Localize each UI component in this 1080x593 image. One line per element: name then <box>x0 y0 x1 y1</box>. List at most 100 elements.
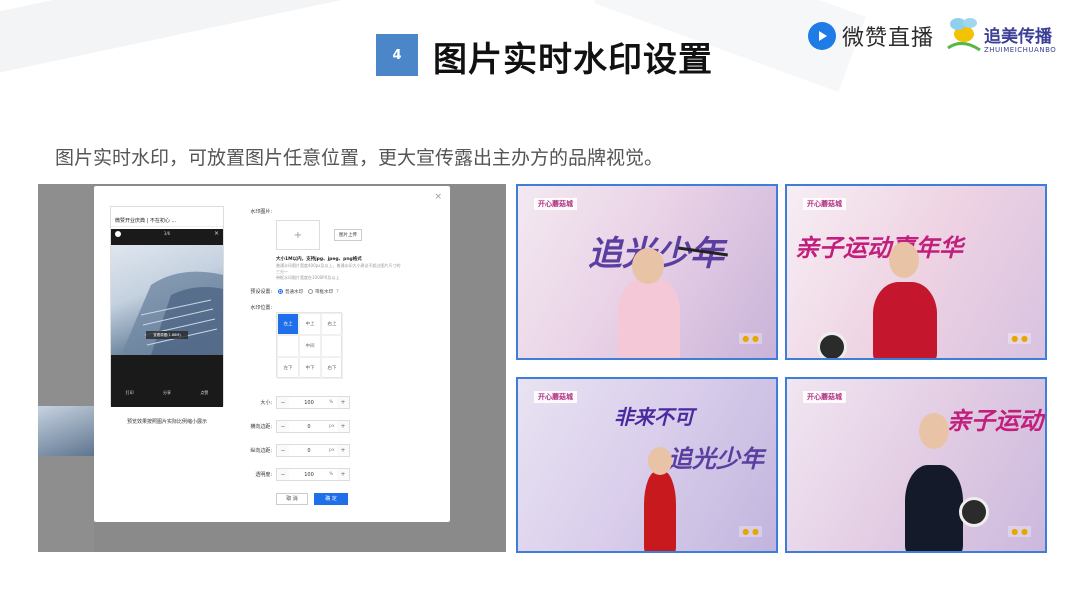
child-figure <box>644 471 676 551</box>
position-top-center[interactable]: 中上 <box>299 313 321 335</box>
phone-page-title: 微赞开业庆典 | 不在初心 ... <box>111 215 223 227</box>
share-tool[interactable]: 分享 <box>163 390 171 396</box>
watermark-form: 水印图片: + 图片上传 大小1M以内，支持jpg、jpeg、png格式 普通水… <box>246 204 442 505</box>
child-head <box>648 447 672 475</box>
size-label: 大小: <box>260 400 272 406</box>
plus-icon[interactable]: + <box>337 397 349 408</box>
page-title: 图片实时水印设置 <box>433 40 713 80</box>
opacity-stepper[interactable]: − 100 % + <box>276 468 350 481</box>
vmargin-label: 纵向边距: <box>250 448 272 454</box>
corner-logo: ● ● <box>739 526 762 537</box>
position-row: 水印位置: <box>246 304 276 311</box>
photo-counter: 3/6 <box>163 231 171 236</box>
photo-subheadline: 追光少年 <box>668 445 764 473</box>
print-tool[interactable]: 打印 <box>126 390 134 396</box>
position-grid: 左上 中上 右上 中间 左下 中下 右下 <box>276 312 343 379</box>
upload-row: + 图片上传 <box>276 220 362 250</box>
size-row: 大小: − 100 % + <box>246 396 350 409</box>
opacity-value[interactable]: 100 <box>289 472 329 478</box>
backdrop-left-panel <box>38 184 94 552</box>
child-figure <box>618 278 680 358</box>
position-middle-right[interactable] <box>321 335 343 357</box>
cancel-button[interactable]: 取 消 <box>276 493 308 505</box>
slide-subtitle: 图片实时水印，可放置图片任意位置，更大宣传露出主办方的品牌视觉。 <box>55 147 664 169</box>
backdrop-thumbnail <box>38 406 94 456</box>
position-top-left[interactable]: 左上 <box>277 313 299 335</box>
event-photo: 非来不可 追光少年 开心蘑菇城 ● ● <box>516 377 778 553</box>
preset-radio-frame[interactable] <box>308 289 313 294</box>
corner-logo: ● ● <box>1008 333 1031 344</box>
position-middle-left[interactable] <box>277 335 299 357</box>
position-top-right[interactable]: 右上 <box>321 313 343 335</box>
watermark-image-label: 水印图片: <box>250 209 272 215</box>
photo-headline: 亲子运动 <box>947 407 1043 435</box>
event-photo: 追光少年 开心蘑菇城 ● ● <box>516 184 778 360</box>
soccer-ball <box>959 497 989 527</box>
size-value[interactable]: 100 <box>289 400 329 406</box>
help-icon[interactable]: ? <box>336 289 339 295</box>
preset-label: 预设设置: <box>250 289 272 295</box>
close-icon[interactable]: × <box>434 192 442 202</box>
plus-icon[interactable]: + <box>337 421 349 432</box>
preset-radio-normal[interactable] <box>278 289 283 294</box>
position-label: 水印位置: <box>250 305 272 311</box>
preset-option-frame: 带框水印 <box>315 289 333 295</box>
tip-line-1: 普通水印图片宽度400px及以上，普通水印大小建议不超过图片尺寸的 <box>276 263 401 268</box>
info-icon[interactable] <box>115 231 121 237</box>
hmargin-unit: px <box>329 424 335 429</box>
vmargin-value[interactable]: 0 <box>289 448 329 454</box>
position-bottom-center[interactable]: 中下 <box>299 357 321 379</box>
photo-headline: 亲子运动嘉年华 <box>795 234 963 262</box>
watermark-modal: × 微赞开业庆典 | 不在初心 ... 3/6 × 查看原图(1.88M) 打印… <box>94 186 450 522</box>
child-figure <box>905 465 963 551</box>
size-unit: % <box>329 400 334 405</box>
soccer-ball <box>817 332 847 358</box>
corner-logo: ● ● <box>739 333 762 344</box>
watermark-logo: 开心蘑菇城 <box>803 391 846 403</box>
watermark-logo: 开心蘑菇城 <box>534 198 577 210</box>
upload-button[interactable]: 图片上传 <box>334 229 362 241</box>
confirm-button[interactable]: 确 定 <box>314 493 348 505</box>
position-center[interactable]: 中间 <box>299 335 321 357</box>
watermark-logo: 开心蘑菇城 <box>803 198 846 210</box>
opacity-row: 透明度: − 100 % + <box>246 468 350 481</box>
size-stepper[interactable]: − 100 % + <box>276 396 350 409</box>
tip-line-3: 带框水印图片宽度在1000PX及以上 <box>276 275 340 280</box>
minus-icon[interactable]: − <box>277 397 289 408</box>
preview-caption: 预览效果按照图片实际比例缩小展示 <box>126 419 207 425</box>
child-head <box>632 248 664 284</box>
corner-logo: ● ● <box>1008 526 1031 537</box>
play-icon <box>808 22 836 50</box>
zhuimei-logo-pinyin: ZHUIMEICHUANBO <box>984 46 1057 54</box>
close-viewer-icon[interactable]: × <box>214 230 219 237</box>
watermark-image-row: 水印图片: <box>246 208 276 215</box>
minus-icon[interactable]: − <box>277 421 289 432</box>
upload-area[interactable]: + <box>276 220 320 250</box>
minus-icon[interactable]: − <box>277 469 289 480</box>
like-tool[interactable]: 点赞 <box>200 390 208 396</box>
position-bottom-right[interactable]: 右下 <box>321 357 343 379</box>
event-photo: 亲子运动嘉年华 开心蘑菇城 ● ● <box>785 184 1047 360</box>
minus-icon[interactable]: − <box>277 445 289 456</box>
watermark-overlay: 查看原图(1.88M) <box>146 331 188 339</box>
vmargin-unit: px <box>329 448 335 453</box>
event-photo: 亲子运动 开心蘑菇城 ● ● <box>785 377 1047 553</box>
decor-stripe <box>0 0 343 79</box>
slide-number: 4 <box>376 34 418 76</box>
plus-icon[interactable]: + <box>337 469 349 480</box>
position-bottom-left[interactable]: 左下 <box>277 357 299 379</box>
child-head <box>889 242 919 278</box>
photo-headline: 非来不可 <box>614 405 694 429</box>
phone-preview: 微赞开业庆典 | 不在初心 ... 3/6 × 查看原图(1.88M) 打印 分… <box>110 206 224 407</box>
bee-icon <box>947 18 981 52</box>
zhuimei-logo: 追美传播 ZHUIMEICHUANBO <box>940 10 1060 60</box>
size-note: 大小1M以内，支持jpg、jpeg、png格式 <box>276 257 362 262</box>
vmargin-stepper[interactable]: − 0 px + <box>276 444 350 457</box>
watermark-logo: 开心蘑菇城 <box>534 391 577 403</box>
weizan-logo: 微赞直播 <box>808 20 934 52</box>
hmargin-value[interactable]: 0 <box>289 424 329 430</box>
slide: 4 图片实时水印设置 微赞直播 追美传播 ZHUIMEICHUANBO 图片实时… <box>0 0 1080 593</box>
phone-status-bar <box>111 207 223 215</box>
plus-icon[interactable]: + <box>337 445 349 456</box>
hmargin-stepper[interactable]: − 0 px + <box>276 420 350 433</box>
